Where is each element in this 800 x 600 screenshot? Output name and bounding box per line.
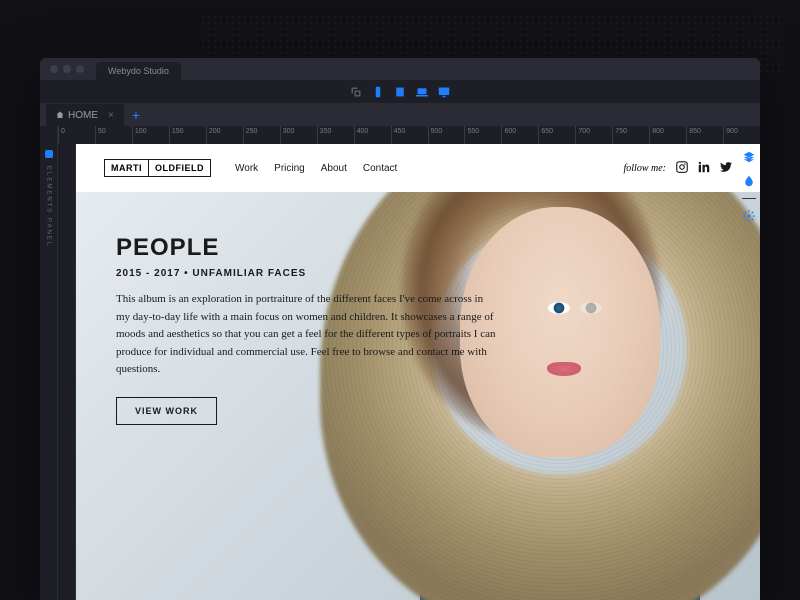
main-nav: Work Pricing About Contact: [235, 163, 397, 174]
window-titlebar: Webydo Studio: [40, 58, 760, 80]
site-header: MARTI OLDFIELD Work Pricing About Contac…: [76, 144, 760, 192]
minimize-window-icon[interactable]: [63, 65, 71, 73]
ruler-tick: 150: [169, 126, 206, 144]
ruler-tick: 200: [206, 126, 243, 144]
nav-about[interactable]: About: [321, 163, 347, 174]
tablet-device-icon[interactable]: [394, 86, 406, 98]
hero-body: This album is an exploration in portrait…: [116, 291, 496, 379]
close-tab-icon[interactable]: ×: [108, 110, 114, 121]
browser-tab[interactable]: Webydo Studio: [96, 62, 181, 80]
workspace: ELEMENTS PANEL MARTI OLDFIELD: [40, 144, 760, 600]
droplet-tool-icon[interactable]: [742, 174, 756, 188]
add-tab-button[interactable]: +: [124, 107, 148, 123]
hero-content: PEOPLE 2015 - 2017 • UNFAMILIAR FACES Th…: [116, 234, 496, 425]
ruler-horizontal[interactable]: 0501001502002503003504004505005506006507…: [58, 126, 760, 144]
ruler-tick: 550: [464, 126, 501, 144]
right-tool-panel: [738, 144, 760, 600]
desktop-device-icon[interactable]: [438, 86, 450, 98]
ruler-tick: 700: [575, 126, 612, 144]
ruler-vertical[interactable]: [58, 144, 76, 600]
browser-tab-label: Webydo Studio: [108, 66, 169, 76]
ruler-tick: 350: [317, 126, 354, 144]
follow-section: follow me:: [624, 161, 733, 176]
page-tab-bar: HOME × +: [40, 104, 760, 126]
ruler-tick: 750: [612, 126, 649, 144]
elements-panel-label: ELEMENTS PANEL: [46, 166, 52, 247]
hero-title: PEOPLE: [116, 234, 496, 262]
page-tab-home[interactable]: HOME ×: [46, 104, 124, 126]
ruler-tick: 0: [58, 126, 95, 144]
ruler-corner: [40, 126, 58, 144]
view-work-button[interactable]: VIEW WORK: [116, 397, 217, 425]
design-canvas[interactable]: MARTI OLDFIELD Work Pricing About Contac…: [76, 144, 760, 600]
ruler-tick: 100: [132, 126, 169, 144]
laptop-device-icon[interactable]: [416, 86, 428, 98]
ruler-tick: 400: [354, 126, 391, 144]
ruler-horizontal-area: 0501001502002503003504004505005506006507…: [40, 126, 760, 144]
site-logo[interactable]: MARTI OLDFIELD: [104, 159, 211, 177]
logo-first: MARTI: [105, 160, 149, 176]
ruler-tick: 650: [538, 126, 575, 144]
follow-label: follow me:: [624, 163, 667, 174]
close-window-icon[interactable]: [50, 65, 58, 73]
ruler-tick: 450: [391, 126, 428, 144]
layers-tool-icon[interactable]: [742, 150, 756, 164]
twitter-icon[interactable]: [720, 161, 732, 176]
ruler-tick: 800: [649, 126, 686, 144]
panel-indicator-icon: [45, 150, 53, 158]
maximize-window-icon[interactable]: [76, 65, 84, 73]
window-controls[interactable]: [50, 65, 84, 73]
home-icon: [56, 111, 64, 119]
logo-last: OLDFIELD: [149, 160, 210, 176]
inspect-icon[interactable]: [350, 86, 362, 98]
nav-work[interactable]: Work: [235, 163, 258, 174]
mobile-device-icon[interactable]: [372, 86, 384, 98]
ruler-tick: 50: [95, 126, 132, 144]
ruler-tick: 300: [280, 126, 317, 144]
nav-pricing[interactable]: Pricing: [274, 163, 305, 174]
instagram-icon[interactable]: [676, 161, 688, 176]
ruler-tick: 850: [686, 126, 723, 144]
settings-tool-icon[interactable]: [742, 209, 756, 223]
device-preview-bar: [40, 80, 760, 104]
hero-subtitle: 2015 - 2017 • UNFAMILIAR FACES: [116, 268, 496, 279]
tool-divider: [742, 198, 756, 199]
browser-window: Webydo Studio HOME × + 05010015020025030…: [40, 58, 760, 600]
ruler-tick: 600: [501, 126, 538, 144]
ruler-tick: 900: [723, 126, 760, 144]
ruler-tick: 500: [428, 126, 465, 144]
elements-panel[interactable]: ELEMENTS PANEL: [40, 144, 58, 600]
linkedin-icon[interactable]: [698, 161, 710, 176]
nav-contact[interactable]: Contact: [363, 163, 397, 174]
ruler-tick: 250: [243, 126, 280, 144]
page-tab-label: HOME: [68, 110, 98, 121]
